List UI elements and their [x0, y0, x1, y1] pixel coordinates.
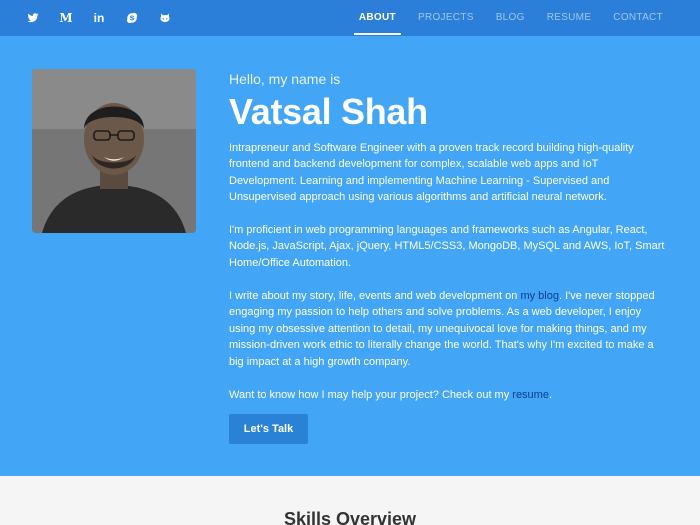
- github-icon[interactable]: [159, 12, 171, 24]
- paragraph-4-text-after: .: [548, 389, 553, 401]
- skills-heading: Skills Overview: [283, 509, 417, 525]
- resume-link[interactable]: resume: [512, 389, 549, 401]
- skype-icon[interactable]: [126, 12, 138, 24]
- twitter-icon[interactable]: [27, 12, 39, 24]
- nav-contact[interactable]: CONTACT: [613, 0, 663, 36]
- intro-paragraph-3: I write about my story, life, events and…: [229, 288, 669, 370]
- intro-paragraph-1: Intrapreneur and Software Engineer with …: [229, 142, 634, 204]
- hero-section: Hello, my name is Vatsal Shah Intraprene…: [0, 36, 700, 476]
- nav-resume[interactable]: RESUME: [547, 0, 592, 36]
- nav-projects[interactable]: PROJECTS: [418, 0, 474, 36]
- page-title: Vatsal Shah: [229, 91, 428, 132]
- medium-icon[interactable]: M: [59, 11, 72, 25]
- intro-paragraph-4: Want to know how I may help your project…: [229, 387, 669, 403]
- greeting-text: Hello, my name is: [229, 71, 341, 87]
- blog-link[interactable]: my blog: [520, 290, 559, 302]
- paragraph-4-text-before: Want to know how I may help your project…: [229, 389, 513, 401]
- nav-about[interactable]: ABOUT: [353, 0, 402, 36]
- nav-blog[interactable]: BLOG: [496, 0, 525, 36]
- intro-paragraph-2: I'm proficient in web programming langua…: [229, 224, 665, 269]
- social-links: M in: [27, 0, 171, 36]
- lets-talk-button[interactable]: Let's Talk: [229, 414, 308, 444]
- linkedin-icon[interactable]: in: [93, 11, 105, 25]
- skills-section: Skills Overview: [0, 476, 700, 525]
- top-navbar: M in ABOUT PROJECTS BLOG RESUME CONTACT: [0, 0, 700, 36]
- profile-photo: [32, 69, 196, 233]
- paragraph-3-text-before: I write about my story, life, events and…: [229, 290, 521, 302]
- main-menu: ABOUT PROJECTS BLOG RESUME CONTACT: [353, 0, 663, 36]
